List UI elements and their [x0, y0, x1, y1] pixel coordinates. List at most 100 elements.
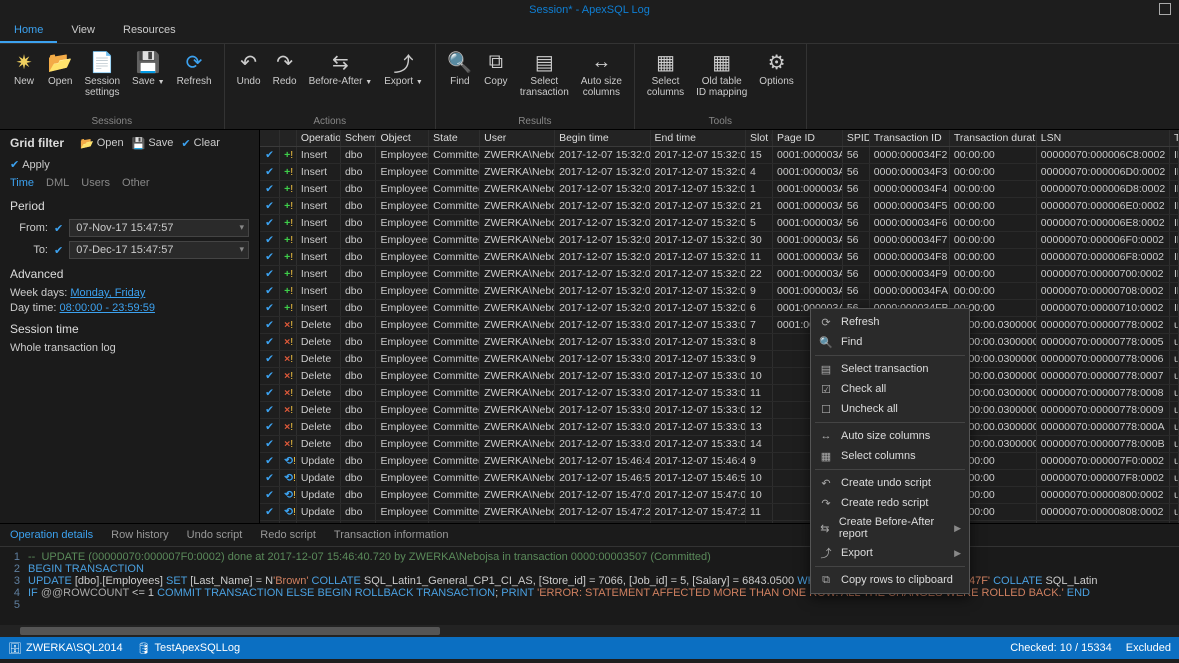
table-row[interactable]: ✔+!InsertdboEmployeesCommittedZWERKA\Neb…: [260, 249, 1179, 266]
cm-find[interactable]: 🔍Find: [811, 332, 969, 352]
select-columns-button[interactable]: ▦Selectcolumns: [641, 46, 690, 116]
table-row[interactable]: ✔⟲!UpdatedboEmployeesCommittedZWERKA\Neb…: [260, 504, 1179, 521]
daytime-link[interactable]: 08:00:00 - 23:59:59: [60, 302, 155, 314]
gf-tab-users[interactable]: Users: [81, 177, 110, 189]
col-header[interactable]: LSN: [1037, 130, 1170, 146]
table-row[interactable]: ✔×!DeletedboEmployeesCommittedZWERKA\Neb…: [260, 368, 1179, 385]
table-row[interactable]: ✔⟲!UpdatedboEmployeesCommittedZWERKA\Neb…: [260, 453, 1179, 470]
detail-tab[interactable]: Redo script: [260, 529, 316, 541]
table-row[interactable]: ✔+!InsertdboEmployeesCommittedZWERKA\Neb…: [260, 198, 1179, 215]
horizontal-scrollbar[interactable]: [0, 625, 1179, 637]
table-row[interactable]: ✔×!DeletedboEmployeesCommittedZWERKA\Neb…: [260, 385, 1179, 402]
cm-copy-rows-to-clipboard[interactable]: ⧉Copy rows to clipboard: [811, 570, 969, 590]
menu-tab-home[interactable]: Home: [0, 20, 57, 43]
grid-filter-title: Grid filter: [10, 136, 64, 150]
table-row[interactable]: ✔+!InsertdboEmployeesCommittedZWERKA\Neb…: [260, 300, 1179, 317]
cell: ZWERKA\Nebojsa: [480, 215, 555, 231]
before-after-button[interactable]: ⇆Before-After ▼: [303, 46, 379, 116]
col-header[interactable]: Object: [376, 130, 429, 146]
table-row[interactable]: ✔⟲!UpdatedboEmployeesCommittedZWERKA\Neb…: [260, 521, 1179, 523]
col-header[interactable]: Slot ID: [746, 130, 773, 146]
table-row[interactable]: ✔+!InsertdboEmployeesCommittedZWERKA\Neb…: [260, 147, 1179, 164]
cm-export[interactable]: ⤴Export▶: [811, 543, 969, 563]
cm-select-columns[interactable]: ▦Select columns: [811, 446, 969, 466]
table-row[interactable]: ✔×!DeletedboEmployeesCommittedZWERKA\Neb…: [260, 436, 1179, 453]
maximize-icon[interactable]: [1159, 3, 1171, 15]
scrollbar-thumb[interactable]: [20, 627, 440, 635]
table-row[interactable]: ✔×!DeletedboEmployeesCommittedZWERKA\Neb…: [260, 419, 1179, 436]
table-row[interactable]: ✔×!DeletedboEmployeesCommittedZWERKA\Neb…: [260, 317, 1179, 334]
table-row[interactable]: ✔⟲!UpdatedboEmployeesCommittedZWERKA\Neb…: [260, 470, 1179, 487]
cm-create-redo-script[interactable]: ↷Create redo script: [811, 493, 969, 513]
old-table-id-mapping-button[interactable]: ▦Old tableID mapping: [690, 46, 753, 116]
cm-auto-size-columns[interactable]: ↔Auto size columns: [811, 426, 969, 446]
table-row[interactable]: ✔×!DeletedboEmployeesCommittedZWERKA\Neb…: [260, 402, 1179, 419]
table-row[interactable]: ✔+!InsertdboEmployeesCommittedZWERKA\Neb…: [260, 181, 1179, 198]
cell: ✔: [260, 487, 280, 503]
detail-tab[interactable]: Undo script: [187, 529, 243, 541]
col-header[interactable]: Schema: [341, 130, 377, 146]
cm-select-transaction[interactable]: ▤Select transaction: [811, 359, 969, 379]
table-row[interactable]: ✔+!InsertdboEmployeesCommittedZWERKA\Neb…: [260, 232, 1179, 249]
col-header[interactable]: [280, 130, 297, 146]
weekdays-link[interactable]: Monday, Friday: [70, 287, 145, 299]
col-header[interactable]: User: [480, 130, 555, 146]
gf-tab-time[interactable]: Time: [10, 177, 34, 189]
menu-tab-resources[interactable]: Resources: [109, 20, 190, 43]
gf-apply[interactable]: ✔Apply: [10, 158, 50, 171]
table-row[interactable]: ✔+!InsertdboEmployeesCommittedZWERKA\Neb…: [260, 215, 1179, 232]
undo-button[interactable]: ↶Undo: [231, 46, 267, 116]
gf-open[interactable]: 📂Open: [80, 137, 124, 150]
to-check-icon[interactable]: ✔: [54, 244, 63, 257]
cell: 00:00:00: [950, 164, 1037, 180]
new-button[interactable]: ✷New: [6, 46, 42, 116]
export-button[interactable]: ⤴Export ▼: [378, 46, 429, 116]
table-row[interactable]: ✔+!InsertdboEmployeesCommittedZWERKA\Neb…: [260, 283, 1179, 300]
col-header[interactable]: Page ID: [773, 130, 843, 146]
detail-tab[interactable]: Row history: [111, 529, 168, 541]
menu-tab-view[interactable]: View: [57, 20, 109, 43]
col-header[interactable]: [260, 130, 280, 146]
cm-create-undo-script[interactable]: ↶Create undo script: [811, 473, 969, 493]
cm-uncheck-all[interactable]: ☐Uncheck all: [811, 399, 969, 419]
col-header[interactable]: State: [429, 130, 480, 146]
cell: 00000070:000007F0:0002: [1037, 453, 1170, 469]
col-header[interactable]: End time: [651, 130, 746, 146]
auto-size-columns-button[interactable]: ↔Auto sizecolumns: [575, 46, 628, 116]
table-row[interactable]: ✔+!InsertdboEmployeesCommittedZWERKA\Neb…: [260, 266, 1179, 283]
gf-save[interactable]: 💾Save: [132, 137, 174, 150]
to-combo[interactable]: 07-Dec-17 15:47:57: [69, 241, 249, 259]
session-settings-button[interactable]: 📄Sessionsettings: [78, 46, 126, 116]
cm-check-all[interactable]: ☑Check all: [811, 379, 969, 399]
cm-create-before-after-report[interactable]: ⇆Create Before-After report▶: [811, 513, 969, 543]
gf-clear[interactable]: ✔Clear: [181, 137, 220, 150]
col-header[interactable]: Tra: [1170, 130, 1179, 146]
gf-tab-dml[interactable]: DML: [46, 177, 69, 189]
cell: ZWERKA\Nebojsa: [480, 521, 555, 523]
redo-button[interactable]: ↷Redo: [267, 46, 303, 116]
col-header[interactable]: SPID: [843, 130, 870, 146]
cm-refresh[interactable]: ⟳Refresh: [811, 312, 969, 332]
col-header[interactable]: Transaction duration: [950, 130, 1037, 146]
table-row[interactable]: ✔×!DeletedboEmployeesCommittedZWERKA\Neb…: [260, 334, 1179, 351]
detail-tab[interactable]: Operation details: [10, 529, 93, 541]
col-header[interactable]: Operation: [297, 130, 341, 146]
cell: 11: [746, 249, 773, 265]
cell: ZWERKA\Nebojsa: [480, 164, 555, 180]
table-row[interactable]: ✔+!InsertdboEmployeesCommittedZWERKA\Neb…: [260, 164, 1179, 181]
options-button[interactable]: ⚙Options: [753, 46, 799, 116]
select-transaction-button[interactable]: ▤Selecttransaction: [514, 46, 575, 116]
find-button[interactable]: 🔍Find: [442, 46, 478, 116]
col-header[interactable]: Begin time: [555, 130, 650, 146]
table-row[interactable]: ✔×!DeletedboEmployeesCommittedZWERKA\Neb…: [260, 351, 1179, 368]
save-button[interactable]: 💾Save ▼: [126, 46, 171, 116]
from-combo[interactable]: 07-Nov-17 15:47:57: [69, 219, 249, 237]
from-check-icon[interactable]: ✔: [54, 222, 63, 235]
open-button[interactable]: 📂Open: [42, 46, 78, 116]
refresh-button[interactable]: ⟳Refresh: [171, 46, 218, 116]
table-row[interactable]: ✔⟲!UpdatedboEmployeesCommittedZWERKA\Neb…: [260, 487, 1179, 504]
gf-tab-other[interactable]: Other: [122, 177, 150, 189]
detail-tab[interactable]: Transaction information: [334, 529, 449, 541]
copy-button[interactable]: ⧉Copy: [478, 46, 514, 116]
col-header[interactable]: Transaction ID: [870, 130, 950, 146]
